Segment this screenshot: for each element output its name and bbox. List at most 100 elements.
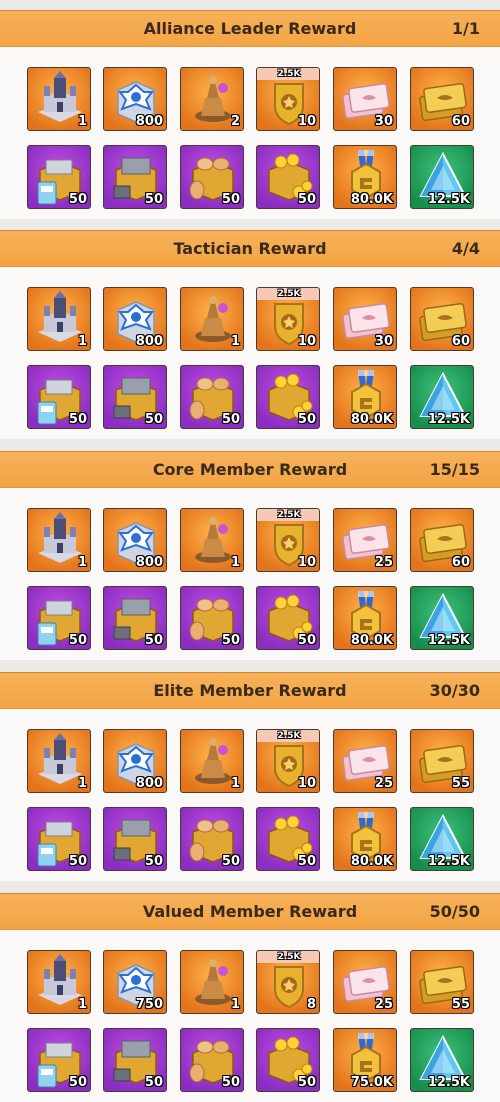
reward-slot[interactable]: 50 [256,145,320,209]
reward-slot[interactable]: 2.5K 10 [256,287,320,351]
reward-slot[interactable]: 1 [27,67,91,131]
reward-quantity: 80.0K [350,633,393,648]
reward-slot[interactable]: 25 [333,508,397,572]
reward-slot[interactable]: 1 [27,729,91,793]
reward-slot[interactable]: 50 [256,807,320,871]
reward-slot[interactable]: 800 [103,729,167,793]
reward-quantity: 50 [144,1075,163,1090]
reward-slot[interactable]: 50 [103,586,167,650]
reward-quantity: 60 [451,334,470,349]
reward-quantity: 50 [68,412,87,427]
reward-slot[interactable]: 50 [27,807,91,871]
reward-quantity: 75.0K [350,1075,393,1090]
reward-slot[interactable]: 25 [333,729,397,793]
reward-slot[interactable]: 50 [103,145,167,209]
reward-quantity: 30 [374,114,393,129]
reward-slot[interactable]: 80.0K [333,145,397,209]
reward-slot[interactable]: 30 [333,67,397,131]
reward-quantity: 50 [68,633,87,648]
reward-quantity: 1 [230,334,240,349]
reward-quantity: 50 [221,192,240,207]
reward-quantity: 50 [297,854,316,869]
reward-slot[interactable]: 80.0K [333,586,397,650]
section-header: Tactician Reward 4/4 [0,230,500,267]
reward-slot[interactable]: 50 [180,145,244,209]
reward-slot[interactable]: 2.5K 10 [256,508,320,572]
reward-slot[interactable]: 30 [333,287,397,351]
reward-slot[interactable]: 12.5K [410,365,474,429]
reward-slot[interactable]: 2.5K 10 [256,67,320,131]
reward-slot[interactable]: 12.5K [410,586,474,650]
reward-slot[interactable]: 1 [27,287,91,351]
reward-slot[interactable]: 55 [410,729,474,793]
reward-slot[interactable]: 50 [103,807,167,871]
reward-slot[interactable]: 50 [27,1028,91,1092]
reward-quantity: 2 [230,114,240,129]
reward-slot[interactable]: 1 [180,508,244,572]
reward-quantity: 80.0K [350,412,393,427]
reward-quantity: 25 [374,555,393,570]
section-header: Elite Member Reward 30/30 [0,672,500,709]
reward-slot[interactable]: 50 [103,365,167,429]
reward-quantity: 50 [221,633,240,648]
reward-slot[interactable]: 12.5K [410,807,474,871]
reward-quantity: 1 [77,776,87,791]
reward-slot[interactable]: 50 [180,807,244,871]
reward-quantity: 50 [297,633,316,648]
reward-slot[interactable]: 800 [103,67,167,131]
reward-slot[interactable]: 50 [180,586,244,650]
reward-slot[interactable]: 1 [180,729,244,793]
reward-grid: 1 750 1 2.5K 8 25 55 50 50 50 50 75.0K 12.5K [0,930,500,1102]
reward-slot[interactable]: 80.0K [333,807,397,871]
reward-slot[interactable]: 75.0K [333,1028,397,1092]
reward-slot[interactable]: 50 [103,1028,167,1092]
value-tag: 2.5K [257,288,319,300]
reward-slot[interactable]: 60 [410,287,474,351]
reward-quantity: 50 [297,412,316,427]
reward-quantity: 50 [221,412,240,427]
reward-slot[interactable]: 2.5K 8 [256,950,320,1014]
reward-quantity: 12.5K [427,192,470,207]
reward-slot[interactable]: 60 [410,67,474,131]
reward-slot[interactable]: 50 [256,365,320,429]
reward-slot[interactable]: 50 [27,365,91,429]
reward-quantity: 1 [230,776,240,791]
section-title: Alliance Leader Reward [143,19,357,38]
reward-slot[interactable]: 80.0K [333,365,397,429]
reward-slot[interactable]: 55 [410,950,474,1014]
reward-quantity: 800 [135,555,163,570]
reward-slot[interactable]: 800 [103,287,167,351]
reward-slot[interactable]: 50 [27,586,91,650]
reward-slot[interactable]: 60 [410,508,474,572]
section-header: Alliance Leader Reward 1/1 [0,10,500,47]
reward-slot[interactable]: 800 [103,508,167,572]
reward-quantity: 12.5K [427,412,470,427]
reward-slot[interactable]: 50 [180,365,244,429]
reward-quantity: 1 [77,555,87,570]
reward-slot[interactable]: 50 [256,1028,320,1092]
reward-quantity: 10 [297,555,316,570]
value-tag: 2.5K [257,730,319,742]
reward-quantity: 1 [77,997,87,1012]
reward-slot[interactable]: 2 [180,67,244,131]
reward-quantity: 12.5K [427,854,470,869]
reward-slot[interactable]: 2.5K 10 [256,729,320,793]
reward-slot[interactable]: 50 [180,1028,244,1092]
reward-slot[interactable]: 50 [256,586,320,650]
reward-slot[interactable]: 750 [103,950,167,1014]
reward-slot[interactable]: 1 [180,950,244,1014]
reward-slot[interactable]: 50 [27,145,91,209]
reward-slot[interactable]: 1 [27,950,91,1014]
reward-slot[interactable]: 25 [333,950,397,1014]
reward-quantity: 25 [374,776,393,791]
reward-quantity: 55 [451,776,470,791]
reward-slot[interactable]: 1 [180,287,244,351]
reward-slot[interactable]: 12.5K [410,1028,474,1092]
section-header: Core Member Reward 15/15 [0,451,500,488]
reward-slot[interactable]: 12.5K [410,145,474,209]
reward-quantity: 1 [77,334,87,349]
reward-quantity: 50 [144,192,163,207]
reward-section: Alliance Leader Reward 1/1 1 800 2 2.5K 10 30 60… [0,10,500,219]
reward-section: Tactician Reward 4/4 1 800 1 2.5K 10 30 60 50 50 50… [0,230,500,439]
reward-slot[interactable]: 1 [27,508,91,572]
